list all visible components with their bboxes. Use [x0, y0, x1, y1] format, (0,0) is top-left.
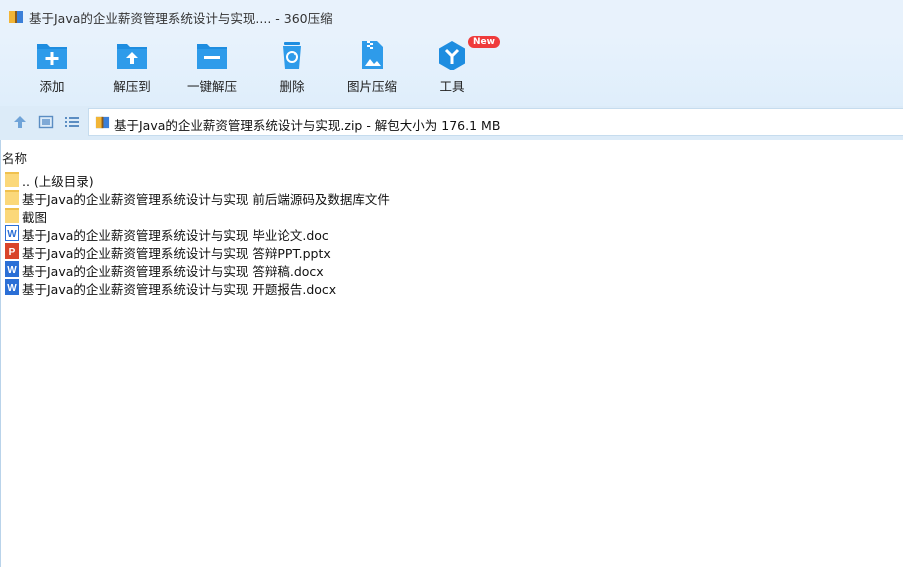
archive-app-icon — [9, 11, 23, 23]
recycle-bin-icon — [283, 42, 301, 69]
svg-text:W: W — [7, 283, 17, 294]
file-list-panel: 名称 .. (上级目录) 基于Java的企业薪资管理系统设计与实现 前后端源码及… — [0, 140, 903, 567]
list-item[interactable]: P 基于Java的企业薪资管理系统设计与实现 答辩PPT.pptx — [4, 242, 604, 261]
delete-label: 删除 — [279, 79, 305, 94]
folder-icon — [5, 190, 19, 205]
list-item[interactable]: W 基于Java的企业薪资管理系统设计与实现 毕业论文.doc — [4, 224, 604, 243]
one-click-extract-button[interactable]: 一键解压 — [176, 38, 248, 100]
image-compress-button[interactable]: 图片压缩 — [336, 38, 408, 100]
column-header-name[interactable]: 名称 — [2, 148, 27, 167]
list-item[interactable]: 截图 — [4, 206, 604, 225]
address-path: 基于Java的企业薪资管理系统设计与实现.zip - 解包大小为 176.1 M… — [114, 118, 501, 133]
word-docx-icon: W — [5, 279, 19, 295]
navigation-bar: 基于Java的企业薪资管理系统设计与实现.zip - 解包大小为 176.1 M… — [0, 106, 903, 140]
add-button[interactable]: 添加 — [16, 38, 88, 100]
add-label: 添加 — [39, 79, 65, 94]
list-item-parent-dir[interactable]: .. (上级目录) — [4, 170, 604, 189]
file-list: .. (上级目录) 基于Java的企业薪资管理系统设计与实现 前后端源码及数据库… — [4, 170, 604, 297]
tools-icon — [439, 41, 465, 70]
list-item[interactable]: W 基于Java的企业薪资管理系统设计与实现 开题报告.docx — [4, 278, 604, 297]
list-view-icon[interactable] — [64, 114, 80, 130]
image-compress-label: 图片压缩 — [346, 79, 397, 94]
thumbnail-view-icon[interactable] — [38, 114, 54, 130]
svg-text:P: P — [9, 247, 16, 258]
main-toolbar: 添加 解压到 一键解压 删除 图片压缩 New 工具 — [0, 34, 903, 106]
one-click-extract-label: 一键解压 — [186, 79, 237, 94]
extract-to-label: 解压到 — [113, 79, 151, 94]
list-item[interactable]: W 基于Java的企业薪资管理系统设计与实现 答辩稿.docx — [4, 260, 604, 279]
address-bar[interactable]: 基于Java的企业薪资管理系统设计与实现.zip - 解包大小为 176.1 M… — [88, 108, 903, 136]
extract-to-button[interactable]: 解压到 — [96, 38, 168, 100]
new-badge: New — [468, 36, 500, 48]
powerpoint-icon: P — [5, 243, 19, 259]
tools-button[interactable]: New 工具 — [416, 36, 500, 100]
image-compress-icon — [362, 41, 383, 69]
list-item[interactable]: 基于Java的企业薪资管理系统设计与实现 前后端源码及数据库文件 — [4, 188, 604, 207]
title-bar: 基于Java的企业薪资管理系统设计与实现.... - 360压缩 — [0, 0, 903, 34]
word-doc-icon: W — [5, 225, 19, 241]
window-title: 基于Java的企业薪资管理系统设计与实现.... - 360压缩 — [29, 11, 333, 26]
word-docx-icon: W — [5, 261, 19, 277]
tools-label: 工具 — [439, 79, 465, 94]
list-item-label: 基于Java的企业薪资管理系统设计与实现 开题报告.docx — [22, 282, 337, 297]
zip-archive-icon — [95, 116, 110, 129]
one-click-extract-icon — [197, 44, 227, 69]
folder-icon — [5, 172, 19, 187]
delete-button[interactable]: 删除 — [256, 38, 328, 100]
svg-text:W: W — [7, 265, 17, 276]
svg-text:W: W — [7, 229, 17, 240]
folder-icon — [5, 208, 19, 223]
up-arrow-icon[interactable] — [12, 114, 28, 130]
add-folder-icon — [37, 44, 67, 69]
extract-folder-icon — [117, 44, 147, 69]
